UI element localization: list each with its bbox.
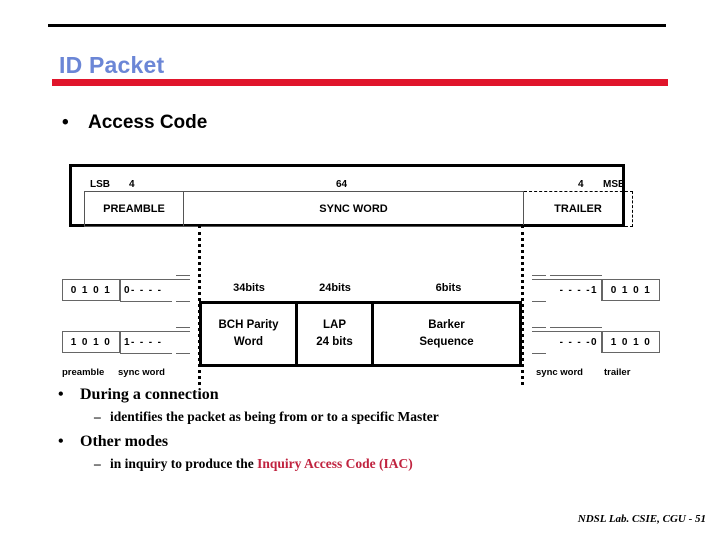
- cell-barker-line1: Barker: [428, 319, 465, 332]
- edge-tick-icon: [176, 301, 190, 302]
- bit-row: 1 0 1 0 1- - - -: [60, 327, 190, 357]
- bullet-marker-icon: •: [58, 433, 64, 450]
- bullet-access-code: • Access Code: [62, 112, 207, 134]
- bullet-other-modes: • Other modes: [58, 433, 678, 451]
- cell-bch-line1: BCH Parity: [218, 319, 279, 332]
- bits-trailer-0101: 0 1 0 1: [602, 279, 660, 301]
- edge-tick-icon: [532, 353, 546, 354]
- bit-row: - - - -1 0 1 0 1: [532, 275, 662, 305]
- label-msb: MSB: [603, 179, 626, 190]
- edge-tick-icon: [176, 353, 190, 354]
- bits-sync-start-0: 0- - - -: [120, 279, 190, 301]
- edge-tick-icon: [550, 327, 602, 328]
- bitcount-bch: 34bits: [233, 282, 265, 294]
- bit-row: - - - -0 1 0 1 0: [532, 327, 662, 357]
- cell-barker-line2: Sequence: [419, 336, 474, 348]
- bitcount-barker: 6bits: [435, 282, 462, 294]
- cell-bch-line2: Word: [233, 336, 264, 348]
- label-sync-word-lower-left: sync word: [118, 367, 165, 378]
- bits-preamble-0101: 0 1 0 1: [62, 279, 120, 301]
- field-trailer: TRAILER: [524, 191, 633, 227]
- bullet-access-code-label: Access Code: [88, 112, 208, 133]
- cell-bch-parity-word: BCH Parity Word: [202, 304, 298, 364]
- bits-sync-start-1: 1- - - -: [120, 331, 190, 353]
- label-preamble-lower: preamble: [62, 367, 105, 378]
- bits-sync-end-1: - - - -1: [532, 279, 602, 301]
- edge-tick-icon: [120, 353, 172, 354]
- field-sync-word: SYNC WORD: [184, 191, 524, 227]
- label-preamble-bits: 4: [129, 179, 135, 190]
- label-sync-bits: 64: [336, 179, 348, 190]
- dash-marker-icon: –: [94, 409, 101, 424]
- dash-marker-icon: –: [94, 456, 101, 471]
- top-packet-fields: PREAMBLE SYNC WORD TRAILER: [84, 191, 633, 227]
- edge-tick-icon: [550, 275, 602, 276]
- cell-lap-line1: LAP: [323, 319, 346, 332]
- bullet-during-a-connection: • During a connection: [58, 386, 678, 404]
- cell-lap: LAP 24 bits: [298, 304, 374, 364]
- left-group-labels: preamble sync word: [60, 367, 190, 381]
- right-bit-pattern-group: - - - -1 0 1 0 1 - - - -0 1 0 1 0 sync w…: [532, 275, 662, 379]
- edge-tick-icon: [176, 275, 190, 276]
- page-title: ID Packet: [59, 52, 165, 78]
- cell-barker-sequence: Barker Sequence: [374, 304, 519, 364]
- bullet-marker-icon: •: [58, 386, 64, 403]
- body-bullet-list: • During a connection – identifies the pac…: [58, 386, 678, 480]
- bullet-other-modes-label: Other modes: [80, 433, 169, 450]
- access-code-diagram: LSB 4 64 4 MSB PREAMBLE SYNC WORD TRAILE…: [60, 155, 660, 385]
- edge-tick-icon: [532, 275, 546, 276]
- edge-tick-icon: [176, 327, 190, 328]
- edge-tick-icon: [120, 301, 172, 302]
- bitcount-lap: 24bits: [319, 282, 351, 294]
- sub-bullet-inquiry-access-code-highlight: Inquiry Access Code (IAC): [257, 456, 413, 471]
- label-lsb: LSB: [90, 179, 110, 190]
- bullet-during-a-connection-label: During a connection: [80, 386, 219, 403]
- label-trailer-lower: trailer: [604, 367, 631, 378]
- sub-bullet-identifies-packet: – identifies the packet as being from or …: [58, 409, 678, 425]
- label-sync-word-lower-right: sync word: [536, 367, 583, 378]
- left-bit-pattern-group: 0 1 0 1 0- - - - 1 0 1 0 1- - - - preamb…: [60, 275, 190, 379]
- header-rule: [48, 24, 666, 27]
- cell-lap-line2: 24 bits: [316, 336, 353, 348]
- label-trailer-bits: 4: [578, 179, 584, 190]
- bits-trailer-1010: 1 0 1 0: [602, 331, 660, 353]
- bits-sync-end-0: - - - -0: [532, 331, 602, 353]
- edge-tick-icon: [532, 327, 546, 328]
- bullet-marker-icon: •: [62, 112, 69, 133]
- right-group-labels: sync word trailer: [532, 367, 662, 381]
- sync-word-detail-box: BCH Parity Word LAP 24 bits Barker Seque…: [199, 301, 522, 367]
- sub-bullet-inquiry-access-code: – in inquiry to produce the Inquiry Acces…: [58, 456, 678, 472]
- field-preamble: PREAMBLE: [84, 191, 184, 227]
- bit-row: 0 1 0 1 0- - - -: [60, 275, 190, 305]
- edge-tick-icon: [532, 301, 546, 302]
- slide-footer: NDSL Lab. CSIE, CGU - 51: [577, 513, 706, 525]
- bits-preamble-1010: 1 0 1 0: [62, 331, 120, 353]
- title-accent-bar: [52, 79, 668, 86]
- sub-bullet-inquiry-label: in inquiry to produce the: [110, 456, 258, 471]
- top-packet-box: LSB 4 64 4 MSB PREAMBLE SYNC WORD TRAILE…: [69, 164, 633, 227]
- sub-bullet-identifies-packet-label: identifies the packet as being from or t…: [110, 409, 439, 424]
